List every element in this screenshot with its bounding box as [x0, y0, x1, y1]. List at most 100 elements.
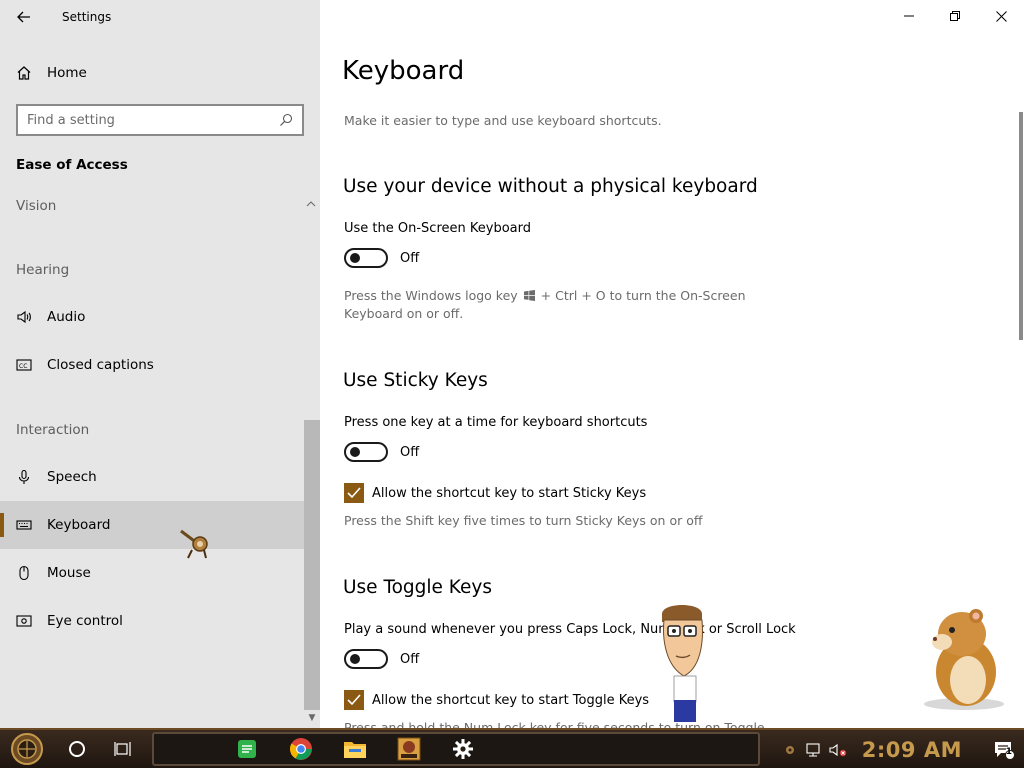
back-arrow-icon: [17, 11, 30, 23]
toggle-state: Off: [400, 444, 420, 460]
taskbar-app-notes[interactable]: [220, 734, 274, 764]
setting-description: Press the Shift key five times to turn S…: [344, 513, 703, 528]
taskbar: 2:09 AM 1: [0, 728, 1024, 768]
sidebar-item-label: Mouse: [47, 565, 91, 581]
sidebar-item-eye-control[interactable]: Eye control: [0, 597, 304, 645]
mouse-icon: [16, 565, 32, 581]
setting-label: Play a sound whenever you press Caps Loc…: [344, 622, 796, 637]
minimize-icon: [904, 15, 914, 17]
task-view-button[interactable]: [100, 729, 146, 768]
minimize-button[interactable]: [886, 0, 932, 32]
sidebar-item-label: Keyboard: [47, 517, 111, 533]
taskbar-app-settings[interactable]: [436, 734, 490, 764]
chrome-icon: [290, 738, 312, 760]
sidebar-item-closed-captions[interactable]: CC Closed captions: [0, 341, 304, 389]
desc-text: Keyboard on or off.: [344, 306, 464, 321]
home-label: Home: [47, 65, 87, 81]
gear-small-icon: [785, 746, 794, 754]
sidebar-scrollbar-thumb[interactable]: [304, 420, 320, 710]
toggle-keys-shortcut-check-row[interactable]: Allow the shortcut key to start Toggle K…: [344, 690, 649, 710]
window-controls: [886, 0, 1024, 32]
taskbar-clock[interactable]: 2:09 AM: [862, 738, 962, 762]
volume-button[interactable]: [826, 730, 850, 768]
file-explorer-icon: [344, 742, 366, 758]
toggle-keys-toggle[interactable]: [344, 649, 388, 669]
network-icon: [806, 743, 820, 757]
task-view-icon: [114, 742, 131, 756]
sidebar-item-keyboard[interactable]: Keyboard: [0, 501, 304, 549]
taskbar-app-file-explorer[interactable]: [328, 734, 382, 764]
home-nav-item[interactable]: Home: [0, 55, 304, 91]
group-header-vision[interactable]: Vision: [16, 198, 56, 214]
close-button[interactable]: [978, 0, 1024, 32]
toggle-knob: [350, 447, 360, 457]
taskbar-app-chrome[interactable]: [274, 734, 328, 764]
section-heading-onscreen-keyboard: Use your device without a physical keybo…: [343, 176, 758, 197]
section-title: Ease of Access: [16, 157, 128, 173]
speaker-icon: [16, 309, 32, 325]
section-heading-sticky-keys: Use Sticky Keys: [343, 370, 488, 391]
toggle-knob: [350, 654, 360, 664]
onscreen-keyboard-toggle-row[interactable]: Off: [344, 248, 419, 268]
taskbar-app-tray: [152, 732, 760, 766]
cortana-button[interactable]: [54, 729, 100, 768]
setting-label: Press one key at a time for keyboard sho…: [344, 415, 648, 430]
setting-description: Press and hold the Num Lock key for five…: [344, 720, 765, 728]
checkbox-label: Allow the shortcut key to start Toggle K…: [372, 692, 650, 708]
volume-muted-icon: [829, 743, 846, 757]
sidebar-item-mouse[interactable]: Mouse: [0, 549, 304, 597]
main-content: Keyboard Make it easier to type and use …: [320, 0, 1024, 728]
show-hidden-icons-button[interactable]: [778, 730, 802, 768]
checkmark-icon: [347, 487, 361, 499]
sticky-keys-toggle[interactable]: [344, 442, 388, 462]
toggle-state: Off: [400, 250, 420, 266]
back-button[interactable]: [0, 0, 48, 34]
sidebar-item-label: Audio: [47, 309, 86, 325]
toggle-keys-toggle-row[interactable]: Off: [344, 649, 419, 669]
notification-count-badge: 1: [1005, 747, 1012, 757]
search-box[interactable]: [16, 104, 304, 136]
main-scrollbar-thumb[interactable]: [1019, 112, 1023, 340]
closed-captions-icon: CC: [16, 357, 32, 373]
toggle-keys-shortcut-checkbox[interactable]: [344, 690, 364, 710]
section-heading-toggle-keys: Use Toggle Keys: [343, 577, 492, 598]
system-tray: 2:09 AM 1: [778, 730, 1024, 768]
home-icon: [16, 65, 32, 81]
onscreen-keyboard-toggle[interactable]: [344, 248, 388, 268]
sticky-keys-toggle-row[interactable]: Off: [344, 442, 419, 462]
search-input[interactable]: [18, 112, 274, 128]
taskbar-app-game[interactable]: [382, 734, 436, 764]
network-button[interactable]: [802, 730, 826, 768]
toggle-state: Off: [400, 651, 420, 667]
checkmark-icon: [347, 694, 361, 706]
steampunk-start-orb-icon: [11, 733, 43, 765]
restore-button[interactable]: [932, 0, 978, 32]
sticky-keys-shortcut-checkbox[interactable]: [344, 483, 364, 503]
cortana-circle-icon: [69, 741, 85, 757]
desc-text: + Ctrl + O to turn the On-Screen: [540, 288, 746, 303]
sidebar-item-audio[interactable]: Audio: [0, 293, 304, 341]
game-app-icon: [397, 737, 421, 761]
setting-description: Press the Windows logo key + Ctrl + O to…: [344, 287, 764, 323]
notes-icon: [238, 740, 256, 758]
eye-control-icon: [16, 613, 32, 629]
sticky-keys-shortcut-check-row[interactable]: Allow the shortcut key to start Sticky K…: [344, 483, 646, 503]
close-icon: [995, 10, 1007, 22]
collapse-chevron-icon[interactable]: [306, 200, 318, 212]
search-icon[interactable]: [274, 108, 298, 132]
setting-label: Use the On-Screen Keyboard: [344, 221, 531, 236]
cartoon-man-desktop-buddy-icon: [662, 605, 703, 722]
desc-text: Press the Windows logo key: [344, 288, 518, 303]
start-button[interactable]: [0, 729, 54, 768]
sidebar-item-label: Closed captions: [47, 357, 154, 373]
page-subtitle: Make it easier to type and use keyboard …: [344, 113, 662, 128]
svg-text:CC: CC: [19, 363, 27, 370]
microphone-icon: [16, 469, 32, 485]
sidebar-item-label: Speech: [47, 469, 97, 485]
keyboard-icon: [16, 517, 32, 533]
action-center-button[interactable]: 1: [984, 730, 1024, 768]
title-bar: Settings: [0, 0, 320, 34]
restore-icon: [950, 11, 960, 21]
scroll-down-arrow-icon[interactable]: ▼: [306, 713, 318, 725]
sidebar-item-speech[interactable]: Speech: [0, 453, 304, 501]
